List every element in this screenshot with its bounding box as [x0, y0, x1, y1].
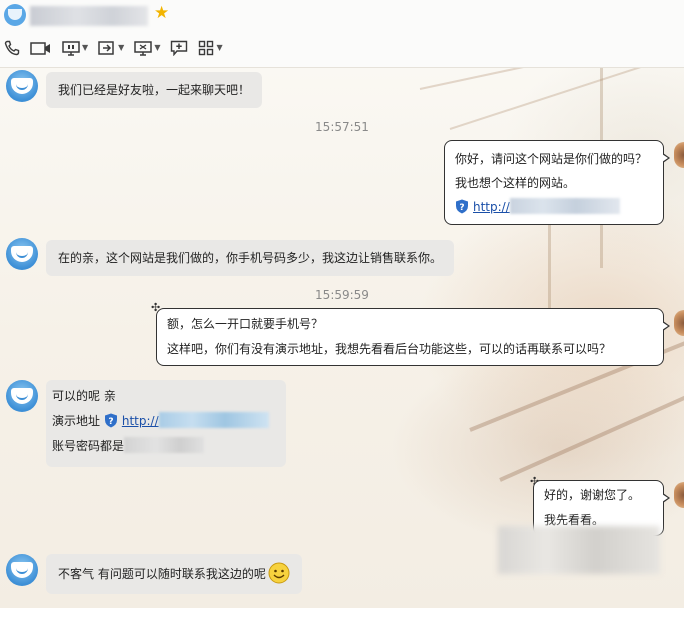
redacted-url	[509, 198, 620, 214]
chat-toolbar: ▼ ▼ ▼ ▼	[4, 38, 233, 58]
incoming-message: 可以的呢 亲 演示地址 ? http:// 账号密码都是	[46, 380, 286, 467]
video-icon	[30, 42, 50, 55]
background-wire	[419, 68, 684, 90]
incoming-message: 我们已经是好友啦，一起来聊天吧！	[46, 72, 263, 108]
add-chat-button[interactable]	[170, 38, 188, 58]
share-screen-icon	[134, 41, 153, 56]
message-line: 额，怎么一开口就要手机号？	[167, 317, 324, 331]
apps-grid-icon	[199, 40, 214, 56]
phone-icon	[4, 40, 20, 56]
message-line: 这样吧，你们有没有演示地址，我想先看看后台功能这些，可以的话再联系可以吗？	[167, 342, 612, 356]
demo-link[interactable]: http://	[122, 414, 159, 428]
contact-avatar[interactable]	[4, 4, 26, 26]
chevron-down-icon[interactable]: ▼	[216, 44, 222, 52]
star-icon[interactable]: ★	[154, 3, 169, 23]
redacted-url	[158, 412, 269, 428]
outgoing-message: 额，怎么一开口就要手机号？ 这样吧，你们有没有演示地址，我想先看看后台功能这些，…	[156, 308, 670, 366]
contact-avatar[interactable]	[6, 70, 38, 102]
demo-address-label: 演示地址	[52, 414, 101, 428]
message-line: 账号密码都是	[52, 434, 280, 459]
incoming-message: 不客气 有问题可以随时联系我这边的呢	[46, 554, 302, 594]
redacted-credentials	[124, 437, 205, 453]
message-link-row: ? http://	[455, 195, 653, 219]
message-line: 你好，请问这个网站是你们做的吗？	[455, 152, 648, 166]
chevron-down-icon[interactable]: ▼	[118, 44, 124, 52]
svg-text:?: ?	[108, 417, 113, 427]
contact-name-redacted[interactable]	[30, 6, 148, 26]
redacted-content	[498, 526, 660, 574]
timestamp: 15:57:51	[315, 120, 369, 134]
video-call-button[interactable]	[30, 38, 52, 58]
chat-header: ★ ▼ ▼ ▼ ▼	[0, 0, 684, 68]
website-link[interactable]: http://	[473, 200, 510, 214]
svg-text:?: ?	[459, 203, 464, 213]
chat-window: ★ ▼ ▼ ▼ ▼ 我们已经是好友啦，一起来聊天吧！ 15:57:51 你好，请…	[0, 0, 684, 608]
message-text: 不客气 有问题可以随时联系我这边的呢	[58, 567, 266, 581]
voice-call-button[interactable]	[4, 38, 20, 58]
smile-emoji-icon	[268, 562, 290, 584]
message-text: 我们已经是好友啦，一起来聊天吧！	[58, 83, 251, 97]
outgoing-message: 你好，请问这个网站是你们做的吗？ 我也想个这样的网站。 ? http://	[444, 140, 670, 225]
remote-screen-icon	[62, 41, 80, 56]
message-line: 可以的呢 亲	[52, 389, 116, 403]
add-chat-icon	[171, 40, 188, 56]
message-list[interactable]: 我们已经是好友啦，一起来聊天吧！ 15:57:51 你好，请问这个网站是你们做的…	[0, 68, 684, 608]
contact-avatar[interactable]	[6, 380, 38, 412]
background-track	[499, 388, 684, 482]
chevron-down-icon[interactable]: ▼	[154, 44, 160, 52]
chevron-down-icon[interactable]: ▼	[82, 44, 88, 52]
user-avatar[interactable]	[674, 310, 684, 336]
message-line: 我也想个这样的网站。	[455, 176, 576, 190]
message-line: 好的，谢谢您了。	[544, 488, 641, 502]
contact-avatar[interactable]	[6, 238, 38, 270]
timestamp: 15:59:59	[315, 288, 369, 302]
shield-icon: ?	[456, 199, 468, 214]
user-avatar[interactable]	[674, 142, 684, 168]
share-screen-button[interactable]: ▼	[134, 38, 160, 58]
message-link-row: 演示地址 ? http://	[52, 409, 280, 434]
shield-icon: ?	[104, 413, 117, 428]
message-text: 在的亲，这个网站是我们做的，你手机号码多少，我这边让销售联系你。	[58, 251, 443, 265]
send-file-icon	[98, 41, 114, 55]
send-file-button[interactable]: ▼	[98, 38, 124, 58]
contact-avatar[interactable]	[6, 554, 38, 586]
user-avatar[interactable]	[674, 482, 684, 508]
remote-desktop-button[interactable]: ▼	[62, 38, 88, 58]
apps-button[interactable]: ▼	[198, 38, 223, 58]
incoming-message: 在的亲，这个网站是我们做的，你手机号码多少，我这边让销售联系你。	[46, 240, 455, 276]
